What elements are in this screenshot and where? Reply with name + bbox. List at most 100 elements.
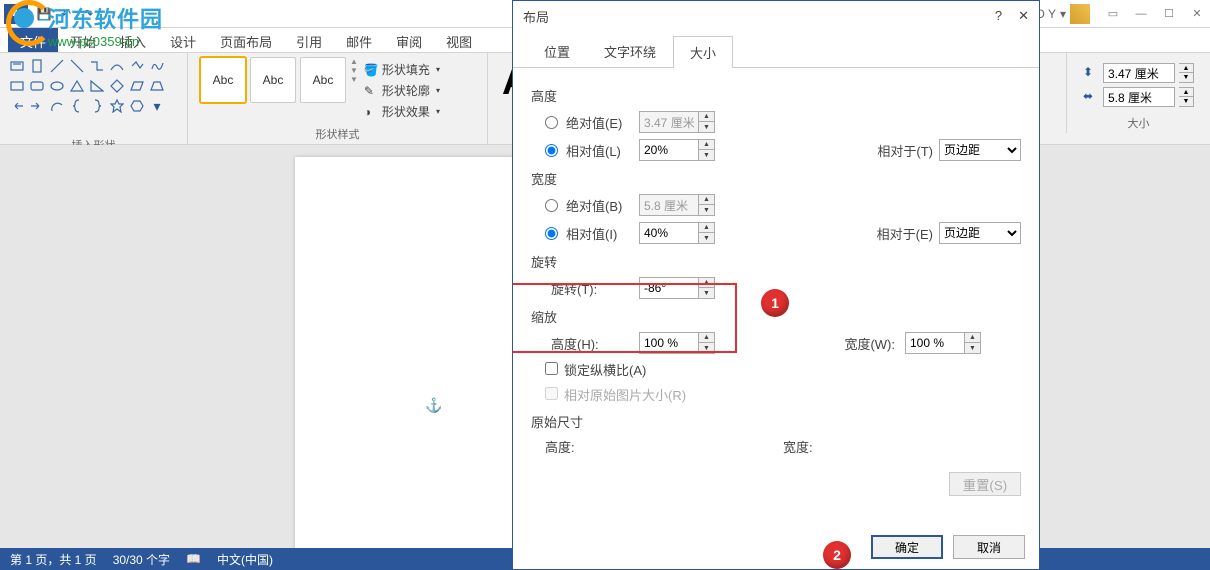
tab-review[interactable]: 审阅 xyxy=(384,28,434,52)
shape-hexagon-icon[interactable] xyxy=(128,97,146,115)
shape-triangle-icon[interactable] xyxy=(68,77,86,95)
spin-down-icon[interactable]: ▼ xyxy=(1179,73,1193,82)
spin-up-icon[interactable]: ▲ xyxy=(1179,64,1193,73)
cancel-button[interactable]: 取消 xyxy=(953,535,1025,559)
shape-scribble-icon[interactable] xyxy=(148,57,166,75)
close-icon[interactable]: ✕ xyxy=(1184,4,1210,24)
undo-icon[interactable]: ↶ xyxy=(58,6,74,22)
scale-height-input[interactable] xyxy=(639,332,699,354)
minimize-icon[interactable]: — xyxy=(1128,4,1154,24)
tab-design[interactable]: 设计 xyxy=(158,28,208,52)
section-height: 高度 xyxy=(531,86,1021,105)
tab-mailings[interactable]: 邮件 xyxy=(334,28,384,52)
shapes-gallery[interactable]: ▾ xyxy=(8,57,166,135)
shape-arc-icon[interactable] xyxy=(48,97,66,115)
shape-textbox-v-icon[interactable] xyxy=(28,57,46,75)
shape-ellipse-icon[interactable] xyxy=(48,77,66,95)
width-icon: ⬌ xyxy=(1083,89,1099,105)
ribbon-options-icon[interactable]: ▭ xyxy=(1100,4,1126,24)
style-preset-3[interactable]: Abc xyxy=(300,57,346,103)
tab-view[interactable]: 视图 xyxy=(434,28,484,52)
rel-original-row: 相对原始图片大小(R) xyxy=(545,385,1021,404)
shape-fill-button[interactable]: 🪣形状填充▾ xyxy=(364,61,440,78)
tab-wrap[interactable]: 文字环绕 xyxy=(587,35,673,67)
style-preset-1[interactable]: Abc xyxy=(200,57,246,103)
dialog-close-icon[interactable]: ✕ xyxy=(1018,8,1029,24)
spin-up-icon[interactable]: ▲ xyxy=(1179,88,1193,97)
group-size: ⬍ ▲▼ ⬌ ▲▼ 大小 xyxy=(1066,53,1210,133)
shape-connector-icon[interactable] xyxy=(88,57,106,75)
shape-brace-r-icon[interactable] xyxy=(88,97,106,115)
shape-rect-icon[interactable] xyxy=(8,77,26,95)
width-input[interactable] xyxy=(1103,87,1175,107)
shape-roundrect-icon[interactable] xyxy=(28,77,46,95)
shape-line2-icon[interactable] xyxy=(68,57,86,75)
scale-row: 高度(H): ▲▼ 宽度(W): ▲▼ xyxy=(545,332,1021,354)
shape-textbox-icon[interactable] xyxy=(8,57,26,75)
width-relative-input[interactable] xyxy=(639,222,699,244)
shape-effects-button[interactable]: ◑形状效果▾ xyxy=(364,103,440,120)
dialog-footer: 确定 取消 xyxy=(513,525,1039,569)
shape-curve-icon[interactable] xyxy=(108,57,126,75)
height-relative-input[interactable] xyxy=(639,139,699,161)
tab-references[interactable]: 引用 xyxy=(284,28,334,52)
shape-arrow-l-icon[interactable] xyxy=(8,97,26,115)
dialog-title-text: 布局 xyxy=(523,7,549,26)
tab-size[interactable]: 大小 xyxy=(673,36,733,68)
shape-line-icon[interactable] xyxy=(48,57,66,75)
lock-aspect-row: 锁定纵横比(A) xyxy=(545,360,1021,379)
redo-icon[interactable]: ↷ xyxy=(80,6,96,22)
gallery-down-icon[interactable]: ▼ xyxy=(350,66,358,75)
height-absolute-radio[interactable] xyxy=(545,116,558,129)
width-absolute-input[interactable] xyxy=(639,194,699,216)
shape-styles-gallery[interactable]: Abc Abc Abc xyxy=(200,57,346,103)
tab-file[interactable]: 文件 xyxy=(8,28,58,52)
gallery-up-icon[interactable]: ▲ xyxy=(350,57,358,66)
word-count[interactable]: 30/30 个字 xyxy=(113,551,170,568)
height-relative-to-select[interactable]: 页边距 xyxy=(939,139,1021,161)
dialog-tabs: 位置 文字环绕 大小 xyxy=(513,35,1039,68)
lock-aspect-checkbox[interactable] xyxy=(545,362,558,375)
shape-star-icon[interactable] xyxy=(108,97,126,115)
spin-down-icon[interactable]: ▼ xyxy=(1179,97,1193,106)
shape-rtriangle-icon[interactable] xyxy=(88,77,106,95)
shape-arrow-r-icon[interactable] xyxy=(28,97,46,115)
tab-layout[interactable]: 页面布局 xyxy=(208,28,284,52)
width-relative-row: 相对值(I) ▲▼ 相对于(E) 页边距 xyxy=(545,222,1021,244)
maximize-icon[interactable]: ☐ xyxy=(1156,4,1182,24)
style-preset-2[interactable]: Abc xyxy=(250,57,296,103)
ok-button[interactable]: 确定 xyxy=(871,535,943,559)
shape-outline-button[interactable]: ✎形状轮廓▾ xyxy=(364,82,440,99)
height-relative-radio[interactable] xyxy=(545,144,558,157)
width-relative-to-select[interactable]: 页边距 xyxy=(939,222,1021,244)
user-account[interactable]: O Y▾ xyxy=(1036,4,1091,24)
height-input[interactable] xyxy=(1103,63,1175,83)
section-width: 宽度 xyxy=(531,169,1021,188)
language-status[interactable]: 中文(中国) xyxy=(217,551,273,568)
shape-parallelogram-icon[interactable] xyxy=(128,77,146,95)
quick-access-toolbar: 💾 ↶ ↷ xyxy=(36,6,96,22)
original-width-label: 宽度: xyxy=(783,437,813,456)
spellcheck-icon[interactable]: 📖 xyxy=(186,552,201,566)
rotation-input[interactable] xyxy=(639,277,699,299)
scale-width-input[interactable] xyxy=(905,332,965,354)
dialog-help-icon[interactable]: ? xyxy=(995,8,1002,24)
shape-freeform-icon[interactable] xyxy=(128,57,146,75)
width-absolute-radio[interactable] xyxy=(545,199,558,212)
shape-more-icon[interactable]: ▾ xyxy=(148,97,166,115)
user-avatar xyxy=(1070,4,1090,24)
tab-position[interactable]: 位置 xyxy=(527,35,587,67)
page-count[interactable]: 第 1 页，共 1 页 xyxy=(10,551,97,568)
effects-icon: ◑ xyxy=(364,105,378,119)
gallery-more-icon[interactable]: ▼ xyxy=(350,75,358,84)
shape-diamond-icon[interactable] xyxy=(108,77,126,95)
tab-home[interactable]: 开始 xyxy=(58,28,108,52)
height-icon: ⬍ xyxy=(1083,65,1099,81)
height-absolute-input[interactable] xyxy=(639,111,699,133)
shape-trapezoid-icon[interactable] xyxy=(148,77,166,95)
tab-insert[interactable]: 插入 xyxy=(108,28,158,52)
width-relative-radio[interactable] xyxy=(545,227,558,240)
shape-brace-l-icon[interactable] xyxy=(68,97,86,115)
word-app-icon: W xyxy=(4,4,28,24)
save-icon[interactable]: 💾 xyxy=(36,6,52,22)
